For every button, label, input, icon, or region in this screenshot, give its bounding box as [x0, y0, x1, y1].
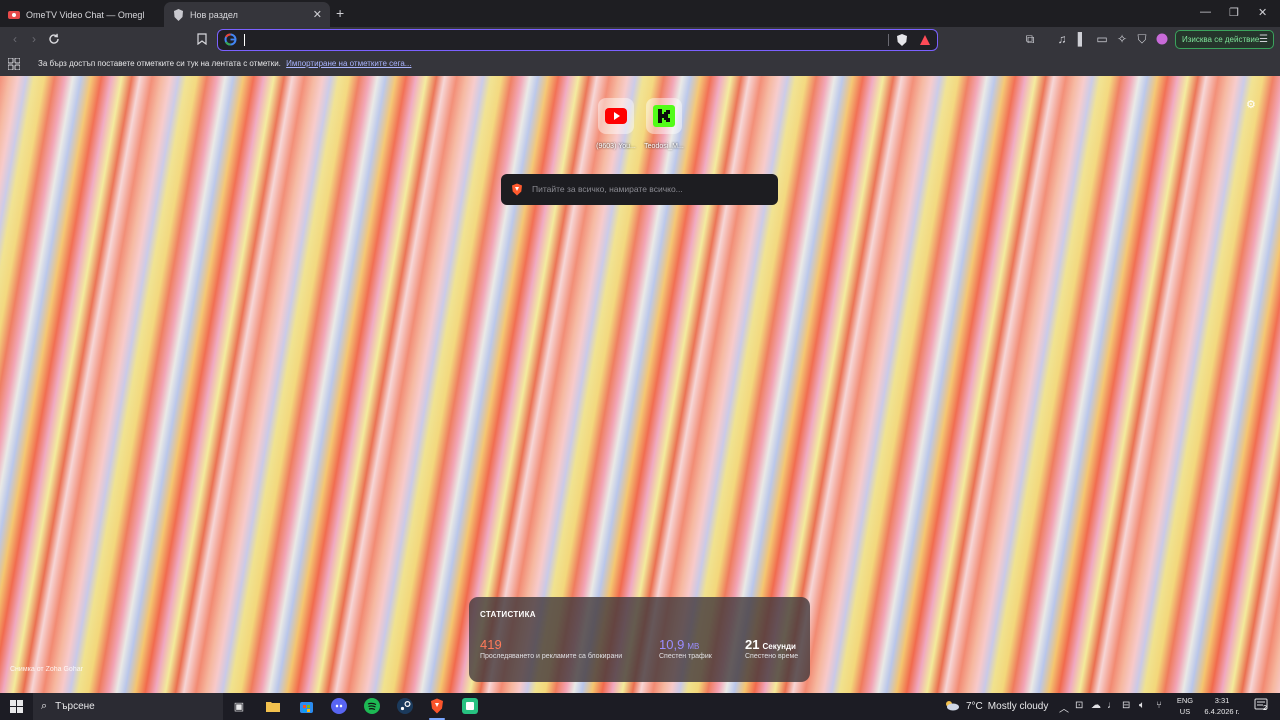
- weather-temp: 7°C: [966, 701, 983, 712]
- app-icon[interactable]: [462, 698, 478, 714]
- sidebar-icon[interactable]: ▌: [1075, 32, 1089, 46]
- rewards-triangle-icon[interactable]: [919, 33, 933, 47]
- windows-start-icon[interactable]: [8, 698, 24, 714]
- address-bar[interactable]: [217, 29, 938, 51]
- language-indicator[interactable]: ENG US: [1176, 695, 1194, 717]
- kick-icon: [646, 98, 682, 134]
- translate-icon[interactable]: ⧉: [1023, 32, 1037, 46]
- usb-icon[interactable]: ⑂: [1156, 700, 1162, 711]
- bandwidth-label: Спестен трафик: [659, 653, 712, 660]
- brave-search-icon: [511, 183, 523, 196]
- settings-gear-icon[interactable]: ⚙: [1246, 98, 1258, 111]
- spotify-icon[interactable]: [364, 698, 380, 714]
- bookmark-icon[interactable]: [195, 32, 209, 46]
- cloud-sun-icon: [944, 699, 960, 714]
- steam-icon[interactable]: [397, 698, 413, 714]
- network-icon[interactable]: ⊟: [1122, 700, 1130, 711]
- discord-icon[interactable]: [331, 698, 347, 714]
- taskbar-search-label: Търсене: [55, 701, 95, 712]
- time-unit: Секунди: [762, 642, 796, 651]
- address-input[interactable]: [244, 34, 245, 46]
- tray-app-icon[interactable]: ⊡: [1075, 700, 1083, 711]
- bookmarks-hint: За бърз достъп поставете отметките си ту…: [38, 59, 281, 68]
- action-required-label: Изисква се действие: [1182, 35, 1260, 44]
- weather-widget[interactable]: 7°C Mostly cloudy: [944, 699, 1048, 714]
- tab-strip: OmeTV Video Chat — Omegle R Нов раздел ✕…: [0, 0, 1280, 27]
- chevron-up-icon[interactable]: ︿: [1059, 700, 1069, 715]
- google-icon: [224, 33, 237, 46]
- top-site-label: (9603) You...: [596, 143, 636, 150]
- back-icon[interactable]: ‹: [8, 32, 22, 46]
- close-window-icon[interactable]: ✕: [1258, 6, 1267, 19]
- vpn-icon[interactable]: ⛉: [1135, 32, 1149, 46]
- action-required-button[interactable]: Изисква се действие ☰: [1175, 30, 1274, 49]
- forward-icon[interactable]: ›: [27, 32, 41, 46]
- lang-top: ENG: [1176, 696, 1194, 705]
- taskbar-search[interactable]: ⌕ Търсене: [33, 693, 223, 720]
- brave-icon: [172, 8, 184, 21]
- cloud-icon[interactable]: ☁: [1091, 700, 1101, 711]
- brave-shields-icon[interactable]: [896, 33, 910, 47]
- bookmarks-bar: За бърз достъп поставете отметките си ту…: [0, 53, 1280, 76]
- taskbar: ⌕ Търсене ▣ 7°C Mostly cloudy ︿ ⊡ ☁ ♩ ⊟ …: [0, 693, 1280, 720]
- import-bookmarks-link[interactable]: Импортиране на отметките сега...: [286, 59, 411, 68]
- ometv-icon: [8, 9, 20, 21]
- youtube-icon: [598, 98, 634, 134]
- microphone-icon[interactable]: ♩: [1107, 700, 1117, 711]
- bandwidth-unit: MB: [687, 642, 700, 651]
- notifications-icon[interactable]: 2: [1254, 698, 1268, 715]
- leo-ai-icon[interactable]: ✧: [1115, 32, 1129, 46]
- clock-time: 3:31: [1214, 696, 1230, 705]
- top-site-kick[interactable]: Teodosi_M...: [644, 98, 684, 150]
- brave-browser-icon[interactable]: [429, 698, 445, 714]
- time-label: Спестено време: [745, 653, 799, 660]
- tab-title: Нов раздел: [190, 9, 238, 20]
- restore-icon[interactable]: ❐: [1229, 6, 1239, 19]
- top-site-label: Teodosi_M...: [644, 143, 684, 150]
- volume-icon[interactable]: 🔈︎: [1139, 700, 1145, 711]
- menu-icon[interactable]: ☰: [1259, 34, 1268, 45]
- divider: [888, 34, 889, 46]
- search-icon: ⌕: [41, 700, 48, 712]
- stats-heading: СТАТИСТИКА: [480, 610, 536, 619]
- lang-bottom: US: [1179, 707, 1191, 716]
- search-placeholder: Питайте за всичко, намирате всичко...: [532, 184, 683, 194]
- clock[interactable]: 3:31 6.4.2026 г.: [1198, 695, 1246, 717]
- close-tab-icon[interactable]: ✕: [313, 8, 322, 21]
- time-stat: 21 Секунди: [745, 637, 796, 652]
- profile-icon[interactable]: [1155, 32, 1169, 46]
- media-icon[interactable]: ♫: [1055, 32, 1069, 46]
- clock-date: 6.4.2026 г.: [1204, 707, 1240, 716]
- blocked-count: 419: [480, 637, 502, 652]
- notification-count: 2: [1263, 705, 1267, 712]
- bandwidth-value: 10,9: [659, 637, 685, 652]
- tab-ometv[interactable]: OmeTV Video Chat — Omegle R: [0, 2, 160, 27]
- store-icon[interactable]: [298, 698, 314, 714]
- wallet-icon[interactable]: ▭: [1095, 32, 1109, 46]
- tab-title: OmeTV Video Chat — Omegle R: [26, 9, 144, 20]
- reload-icon[interactable]: [47, 32, 61, 46]
- minimize-icon[interactable]: —: [1200, 6, 1211, 18]
- tab-new-tab[interactable]: Нов раздел ✕: [164, 2, 330, 27]
- apps-grid-icon[interactable]: [7, 57, 21, 71]
- time-value: 21: [745, 637, 760, 652]
- toolbar: ‹ › ⧉ ♫ ▌ ▭ ✧ ⛉ Изисква се действие ☰: [0, 27, 1280, 53]
- top-site-youtube[interactable]: (9603) You...: [596, 98, 636, 150]
- photo-credit[interactable]: Снимка от Zoha Gohar: [10, 666, 83, 673]
- search-box[interactable]: Питайте за всичко, намирате всичко...: [501, 174, 778, 205]
- task-view-icon[interactable]: ▣: [231, 698, 247, 714]
- stats-widget: СТАТИСТИКА 419 Проследяването и рекламит…: [469, 597, 810, 682]
- new-tab-page: ⚙ (9603) You... Teodosi_M... Питайте за …: [0, 76, 1280, 693]
- new-tab-button[interactable]: +: [336, 5, 344, 21]
- blocked-label: Проследяването и рекламите са блокирани: [480, 653, 623, 660]
- file-explorer-icon[interactable]: [265, 698, 281, 714]
- bandwidth-stat: 10,9 MB: [659, 637, 699, 652]
- weather-desc: Mostly cloudy: [987, 701, 1049, 712]
